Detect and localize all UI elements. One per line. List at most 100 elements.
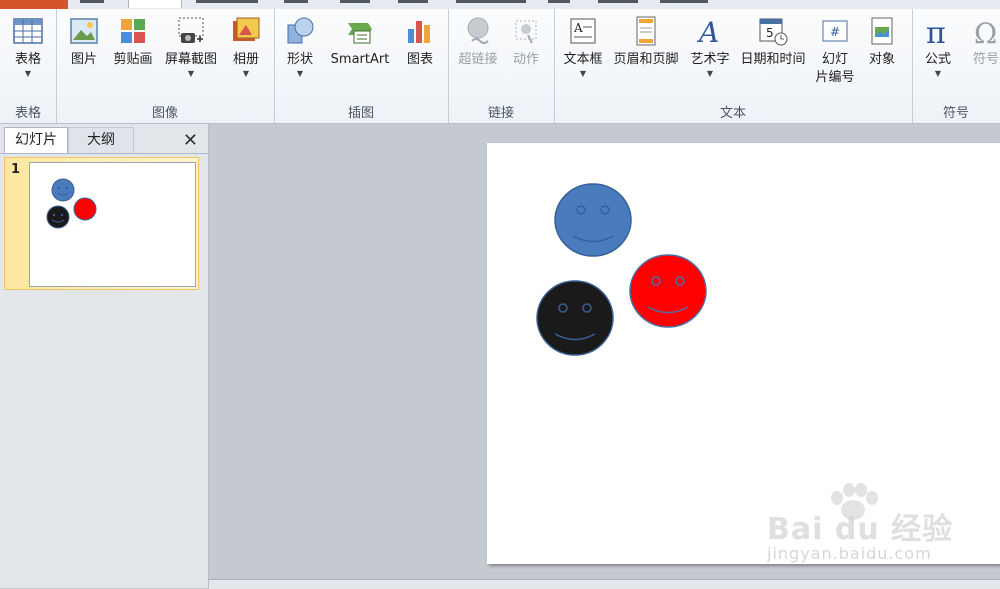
group-label-images: 图像	[151, 106, 178, 121]
equation-button-label: 公式	[924, 52, 951, 67]
chevron-down-icon: ▼	[706, 69, 714, 78]
group-symbols: π 公式 ▼ Ω 符号 符号	[912, 9, 1000, 123]
textbox-button[interactable]: A 文本框 ▼	[558, 15, 608, 79]
chevron-down-icon: ▼	[24, 69, 32, 78]
smartart-icon	[348, 23, 372, 44]
action-button[interactable]: 动作	[506, 15, 546, 69]
tab-extra[interactable]	[660, 0, 708, 3]
tab-addins[interactable]	[598, 0, 638, 3]
omega-icon: Ω	[974, 17, 997, 47]
tab-view[interactable]	[548, 0, 570, 3]
thumb-smiley-blue	[51, 178, 75, 202]
picture-icon	[70, 18, 98, 44]
slide-number-button[interactable]: # 幻灯 片编号	[812, 15, 858, 87]
clipart-button[interactable]: 剪贴画	[108, 15, 158, 69]
chevron-down-icon: ▼	[579, 69, 587, 78]
slide-number-icon: #	[822, 20, 848, 42]
hyperlink-button[interactable]: 超链接	[452, 15, 504, 69]
symbol-button-label: 符号	[972, 52, 999, 67]
chevron-down-icon: ▼	[934, 69, 942, 78]
object-button[interactable]: 对象	[860, 15, 904, 69]
shapes-icon	[287, 17, 314, 44]
thumb-smiley-red	[73, 197, 97, 221]
hyperlink-button-label: 超链接	[458, 52, 498, 67]
tab-home[interactable]	[80, 0, 104, 3]
slide-thumbnail[interactable]	[29, 162, 196, 287]
bar-chart-icon	[408, 21, 430, 43]
slide-thumbnail-graphic	[46, 178, 97, 229]
table-button[interactable]: 表格 ▼	[6, 15, 50, 79]
group-label-text: 文本	[719, 106, 746, 121]
clipart-button-label: 剪贴画	[113, 52, 153, 67]
watermark-brand: Bai du 经验	[767, 512, 954, 547]
screenshot-button[interactable]: 屏幕截图 ▼	[160, 15, 222, 79]
table-icon	[13, 18, 43, 44]
tab-file[interactable]	[0, 0, 68, 9]
tab-transitions[interactable]	[284, 0, 308, 3]
group-label-links: 链接	[487, 106, 514, 121]
slide-number-label-1: 幻灯	[821, 52, 848, 67]
tab-slides[interactable]: 幻灯片	[4, 127, 68, 153]
slide-thumbnail-item[interactable]: 1	[4, 157, 199, 290]
group-label-symbols: 符号	[942, 106, 969, 121]
group-label-table: 表格	[14, 106, 41, 121]
baidu-watermark: Bai du 经验 jingyan.baidu.com	[767, 483, 997, 570]
pi-icon: π	[926, 16, 946, 47]
thumb-smiley-black	[46, 205, 70, 229]
smartart-button-label: SmartArt	[330, 52, 390, 67]
album-button[interactable]: 相册 ▼	[226, 15, 266, 79]
svg-text:Ω: Ω	[974, 17, 997, 47]
action-button-label: 动作	[512, 52, 539, 67]
group-text: A 文本框 ▼ 页眉和页脚 A 艺术字 ▼ 5 日期和时间 # 幻灯 片编号 对…	[554, 9, 913, 123]
clipart-icon	[121, 19, 145, 43]
chart-button[interactable]: 图表	[400, 15, 440, 69]
calendar-clock-icon: 5	[759, 18, 788, 46]
slide-number-label-2: 片编号	[815, 70, 855, 85]
chart-button-label: 图表	[406, 52, 433, 67]
equation-button[interactable]: π 公式 ▼	[918, 15, 958, 79]
shapes-button-label: 形状	[286, 52, 313, 67]
album-button-label: 相册	[232, 52, 259, 67]
svg-text:5: 5	[766, 26, 774, 40]
header-footer-button-label: 页眉和页脚	[613, 52, 679, 67]
slide-number: 1	[11, 162, 21, 177]
svg-text:A: A	[573, 21, 583, 35]
group-illustrations: 形状 ▼ SmartArt 图表 插图	[274, 9, 449, 123]
svg-text:#: #	[830, 25, 840, 39]
chevron-down-icon: ▼	[242, 69, 250, 78]
tab-slideshow[interactable]	[398, 0, 428, 3]
svg-text:A: A	[696, 16, 719, 47]
hyperlink-icon	[467, 17, 489, 44]
smiley-face-black[interactable]	[536, 280, 614, 356]
photo-album-icon	[233, 17, 260, 41]
group-links: 超链接 动作 链接	[448, 9, 555, 123]
slides-panel: 幻灯片 大纲 ✕ 1	[0, 124, 209, 588]
tab-review[interactable]	[456, 0, 526, 3]
shapes-button[interactable]: 形状 ▼	[280, 15, 320, 79]
datetime-button[interactable]: 5 日期和时间	[736, 15, 810, 69]
tab-design[interactable]	[196, 0, 258, 3]
header-footer-button[interactable]: 页眉和页脚	[608, 15, 684, 69]
textbox-button-label: 文本框	[563, 52, 603, 67]
group-table: 表格 ▼ 表格	[0, 9, 57, 123]
wordart-button-label: 艺术字	[690, 52, 730, 67]
textbox-icon: A	[570, 18, 596, 44]
screenshot-button-label: 屏幕截图	[164, 52, 217, 67]
tab-insert[interactable]	[128, 0, 182, 8]
object-button-label: 对象	[868, 52, 895, 67]
smiley-face-blue[interactable]	[554, 183, 632, 257]
smiley-face-red[interactable]	[629, 254, 707, 328]
tab-outline[interactable]: 大纲	[68, 127, 134, 153]
smartart-button[interactable]: SmartArt	[324, 15, 396, 69]
object-icon	[871, 17, 893, 45]
close-icon[interactable]: ✕	[183, 130, 198, 151]
group-images: 图片 剪贴画 屏幕截图 ▼ 相册 ▼ 图像	[56, 9, 275, 123]
picture-button[interactable]: 图片	[64, 15, 104, 69]
wordart-button[interactable]: A 艺术字 ▼	[686, 15, 734, 79]
picture-button-label: 图片	[70, 52, 97, 67]
symbol-button[interactable]: Ω 符号	[966, 15, 1000, 69]
svg-text:π: π	[926, 16, 946, 47]
group-label-illustrations: 插图	[347, 106, 374, 121]
screenshot-icon	[178, 17, 204, 43]
tab-animations[interactable]	[340, 0, 370, 3]
